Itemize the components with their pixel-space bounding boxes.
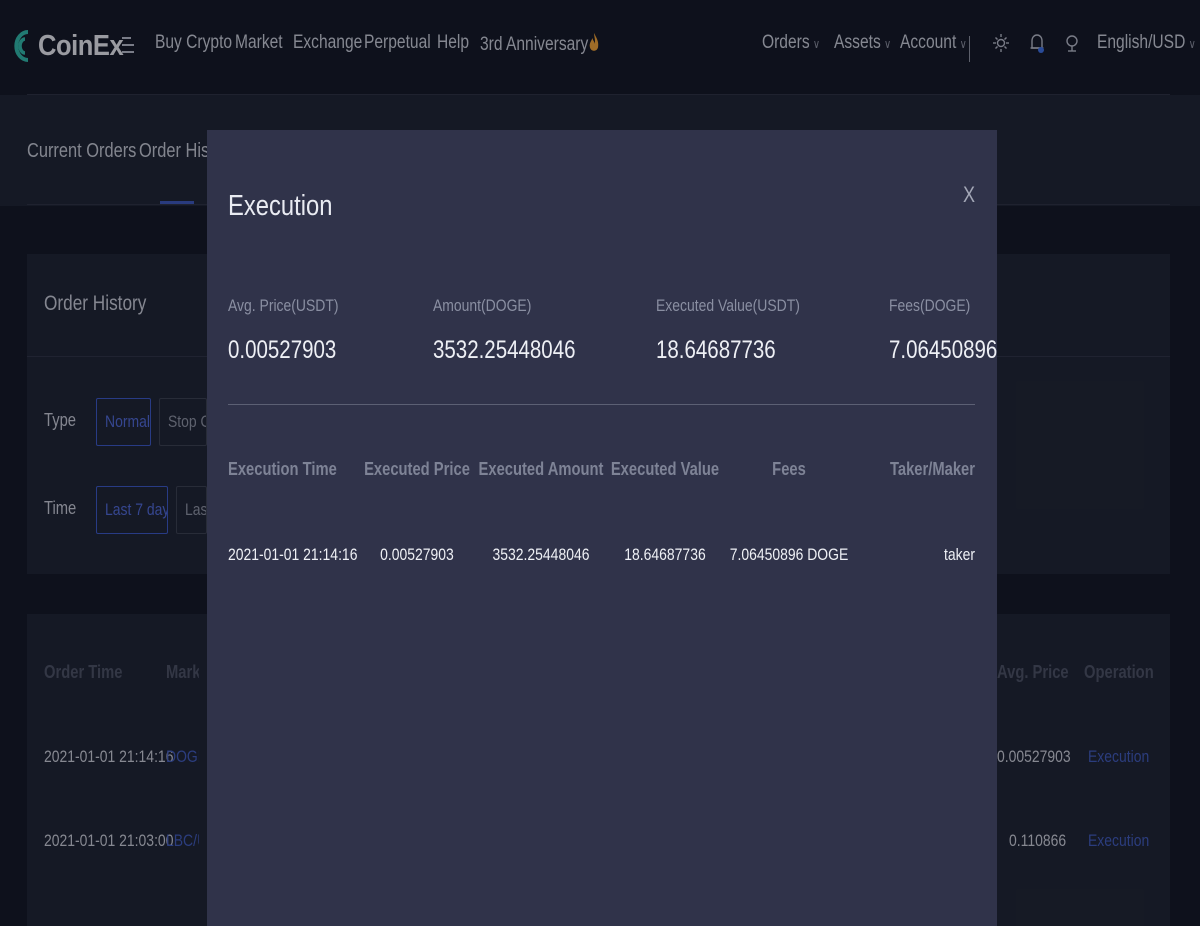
modal-column-execution-time: Execution Time [228, 459, 337, 479]
stat-value-avg-price: 0.00527903 [228, 336, 337, 364]
modal-column-executed-amount: Executed Amount [478, 459, 604, 479]
stat-value-executed-value: 18.64687736 [656, 336, 776, 364]
taker-maker-cell: taker [944, 545, 975, 564]
execution-modal [207, 130, 997, 926]
modal-divider [228, 404, 975, 405]
modal-column-taker-maker: Taker/Maker [889, 459, 975, 479]
executed-price-cell: 0.00527903 [380, 545, 454, 564]
stat-label-executed-value: Executed Value(USDT) [656, 296, 800, 315]
modal-column-executed-price: Executed Price [364, 459, 470, 479]
modal-title: Execution [228, 190, 333, 222]
stat-value-fees: 7.06450896 [889, 336, 998, 364]
stat-label-fees: Fees(DOGE) [889, 296, 971, 315]
executed-amount-cell: 3532.25448046 [492, 545, 590, 564]
modal-column-executed-value: Executed Value [610, 459, 720, 479]
stat-label-amount: Amount(DOGE) [433, 296, 532, 315]
stat-value-amount: 3532.25448046 [433, 336, 576, 364]
stat-label-avg-price: Avg. Price(USDT) [228, 296, 339, 315]
execution-time-cell: 2021-01-01 21:14:16 [228, 545, 358, 564]
close-icon[interactable]: X [963, 182, 975, 208]
executed-value-cell: 18.64687736 [624, 545, 706, 564]
